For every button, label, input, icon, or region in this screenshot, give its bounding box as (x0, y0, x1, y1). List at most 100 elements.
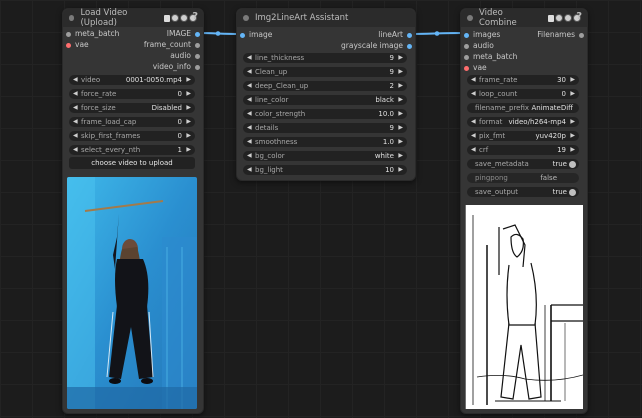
socket-dot[interactable] (195, 32, 200, 37)
arrow-left-icon[interactable]: ◀ (471, 117, 476, 127)
socket-dot[interactable] (66, 32, 71, 37)
toggle-save-metadata[interactable]: save_metadata true (467, 159, 579, 169)
widget-skip-first-frames[interactable]: ◀ skip_first_frames 0 ▶ (69, 131, 195, 141)
widget-color-strength[interactable]: ◀ color_strength 10.0 ▶ (243, 109, 407, 119)
socket-dot[interactable] (66, 43, 71, 48)
socket-dot[interactable] (195, 65, 200, 70)
widget-pix-fmt[interactable]: ◀ pix_fmt yuv420p ▶ (467, 131, 579, 141)
collapse-icon[interactable] (69, 15, 75, 21)
input-audio[interactable]: audio (461, 41, 587, 52)
arrow-left-icon[interactable]: ◀ (73, 89, 78, 99)
arrow-right-icon[interactable]: ▶ (398, 151, 403, 161)
widget-frame-load-cap[interactable]: ◀ frame_load_cap 0 ▶ (69, 117, 195, 127)
widget-smoothness[interactable]: ◀ smoothness 1.0 ▶ (243, 137, 407, 147)
collapse-icon[interactable] (467, 15, 473, 21)
widget-line-color[interactable]: ◀ line_color black ▶ (243, 95, 407, 105)
arrow-right-icon[interactable]: ▶ (186, 89, 191, 99)
widget-deep-clean-up[interactable]: ◀ deep_Clean_up 2 ▶ (243, 81, 407, 91)
arrow-right-icon[interactable]: ▶ (398, 123, 403, 133)
widget-filename-prefix[interactable]: filename_prefix AnimateDiff (467, 103, 579, 113)
input-images[interactable]: images Filenames (461, 30, 587, 41)
arrow-right-icon[interactable]: ▶ (186, 131, 191, 141)
widget-force-size[interactable]: ◀ force_size Disabled ▶ (69, 103, 195, 113)
toggle-save-output[interactable]: save_output true (467, 187, 579, 197)
node-img2lineart[interactable]: Img2LineArt Assistant image lineArt gray… (236, 8, 416, 181)
widget-loop-count[interactable]: ◀ loop_count 0 ▶ (467, 89, 579, 99)
help-icon[interactable]: ? (192, 11, 198, 22)
socket-dot[interactable] (464, 33, 469, 38)
upload-button[interactable]: choose video to upload (69, 157, 195, 169)
toggle-pingpong[interactable]: pingpong false (467, 173, 579, 183)
widget-select-every-nth[interactable]: ◀ select_every_nth 1 ▶ (69, 145, 195, 155)
node-header[interactable]: Load Video (Upload) ? (63, 8, 203, 28)
arrow-left-icon[interactable]: ◀ (247, 95, 252, 105)
arrow-right-icon[interactable]: ▶ (570, 131, 575, 141)
node-load-video[interactable]: Load Video (Upload) ? meta_batch IMAGE v… (62, 8, 204, 414)
widget-bg-light[interactable]: ◀ bg_light 10 ▶ (243, 165, 407, 175)
arrow-left-icon[interactable]: ◀ (247, 137, 252, 147)
output-grayscale[interactable]: grayscale image (237, 41, 415, 52)
arrow-right-icon[interactable]: ▶ (398, 67, 403, 77)
input-vae[interactable]: vae (461, 63, 587, 74)
collapse-icon[interactable] (243, 15, 249, 21)
widget-format[interactable]: ◀ format video/h264-mp4 ▶ (467, 117, 579, 127)
arrow-right-icon[interactable]: ▶ (398, 137, 403, 147)
help-icon[interactable]: ? (576, 11, 582, 22)
socket-dot[interactable] (464, 66, 469, 71)
arrow-left-icon[interactable]: ◀ (73, 103, 78, 113)
arrow-right-icon[interactable]: ▶ (570, 145, 575, 155)
output-audio[interactable]: audio (63, 51, 203, 62)
socket-dot[interactable] (407, 44, 412, 49)
socket-dot[interactable] (240, 33, 245, 38)
widget-clean-up[interactable]: ◀ Clean_up 9 ▶ (243, 67, 407, 77)
input-meta-batch[interactable]: meta_batch (461, 52, 587, 63)
arrow-left-icon[interactable]: ◀ (73, 131, 78, 141)
arrow-left-icon[interactable]: ◀ (247, 67, 252, 77)
widget-video[interactable]: ◀ video 0001-0050.mp4 ▶ (69, 75, 195, 85)
widget-bg-color[interactable]: ◀ bg_color white ▶ (243, 151, 407, 161)
toggle-on-icon[interactable] (569, 188, 576, 196)
arrow-right-icon[interactable]: ▶ (398, 53, 403, 63)
widget-crf[interactable]: ◀ crf 19 ▶ (467, 145, 579, 155)
arrow-left-icon[interactable]: ◀ (247, 165, 252, 175)
output-video-info[interactable]: video_info (63, 62, 203, 73)
input-vae[interactable]: vae frame_count (63, 40, 203, 51)
socket-dot[interactable] (195, 43, 200, 48)
arrow-right-icon[interactable]: ▶ (186, 145, 191, 155)
node-header[interactable]: Video Combine ? (461, 8, 587, 28)
arrow-left-icon[interactable]: ◀ (73, 117, 78, 127)
arrow-right-icon[interactable]: ▶ (398, 109, 403, 119)
node-video-combine[interactable]: Video Combine ? images Filenames audio m… (460, 8, 588, 414)
arrow-left-icon[interactable]: ◀ (73, 75, 78, 85)
arrow-right-icon[interactable]: ▶ (398, 95, 403, 105)
socket-dot[interactable] (579, 33, 584, 38)
socket-dot[interactable] (195, 54, 200, 59)
arrow-left-icon[interactable]: ◀ (73, 145, 78, 155)
arrow-left-icon[interactable]: ◀ (471, 145, 476, 155)
arrow-left-icon[interactable]: ◀ (247, 81, 252, 91)
socket-dot[interactable] (464, 44, 469, 49)
arrow-right-icon[interactable]: ▶ (570, 89, 575, 99)
arrow-right-icon[interactable]: ▶ (398, 81, 403, 91)
widget-frame-rate[interactable]: ◀ frame_rate 30 ▶ (467, 75, 579, 85)
socket-dot[interactable] (464, 55, 469, 60)
socket-dot[interactable] (407, 33, 412, 38)
widget-details[interactable]: ◀ details 9 ▶ (243, 123, 407, 133)
node-header[interactable]: Img2LineArt Assistant (237, 9, 415, 27)
arrow-right-icon[interactable]: ▶ (186, 75, 191, 85)
input-image[interactable]: image lineArt (237, 30, 415, 41)
toggle-on-icon[interactable] (569, 160, 576, 168)
arrow-left-icon[interactable]: ◀ (471, 89, 476, 99)
arrow-left-icon[interactable]: ◀ (247, 109, 252, 119)
arrow-left-icon[interactable]: ◀ (247, 53, 252, 63)
arrow-left-icon[interactable]: ◀ (247, 123, 252, 133)
arrow-right-icon[interactable]: ▶ (186, 117, 191, 127)
widget-line-thickness[interactable]: ◀ line_thickness 9 ▶ (243, 53, 407, 63)
arrow-left-icon[interactable]: ◀ (471, 131, 476, 141)
arrow-left-icon[interactable]: ◀ (471, 75, 476, 85)
widget-force-rate[interactable]: ◀ force_rate 0 ▶ (69, 89, 195, 99)
arrow-right-icon[interactable]: ▶ (570, 75, 575, 85)
input-meta-batch[interactable]: meta_batch IMAGE (63, 29, 203, 40)
arrow-right-icon[interactable]: ▶ (186, 103, 191, 113)
arrow-right-icon[interactable]: ▶ (398, 165, 403, 175)
